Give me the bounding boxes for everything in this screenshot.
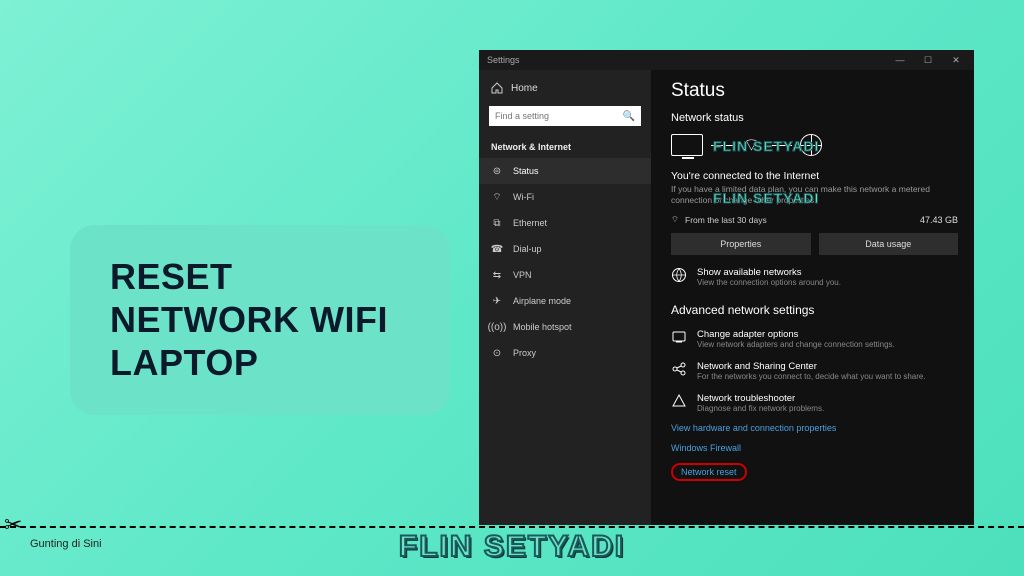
home-icon (491, 82, 503, 94)
properties-button[interactable]: Properties (671, 233, 811, 255)
usage-row: ⌔ From the last 30 days 47.43 GB (671, 214, 958, 225)
minimize-button[interactable]: — (886, 50, 914, 70)
sharing-sub: For the networks you connect to, decide … (697, 372, 926, 381)
sidebar: Home 🔍 Network & Internet ⊜ Status ⌔ Wi-… (479, 70, 651, 525)
hotspot-icon: ((o)) (491, 321, 503, 333)
adapter-icon (671, 329, 687, 345)
troubleshoot-sub: Diagnose and fix network problems. (697, 404, 824, 413)
adapter-title: Change adapter options (697, 329, 895, 340)
sidebar-item-vpn[interactable]: ⇆ VPN (479, 262, 651, 288)
close-button[interactable]: ✕ (942, 50, 970, 70)
headline-callout: RESET NETWORK WIFI LAPTOP (70, 225, 450, 415)
network-status-heading: Network status (671, 112, 958, 124)
dialup-icon: ☎ (491, 243, 503, 255)
window-title: Settings (487, 55, 520, 65)
maximize-button[interactable]: ☐ (914, 50, 942, 70)
advanced-settings-heading: Advanced network settings (671, 303, 958, 317)
content-pane: Status Network status ⌔ FLIN SETYADI You… (651, 70, 974, 525)
sharing-center-row[interactable]: Network and Sharing Center For the netwo… (671, 361, 958, 381)
cut-label: Gunting di Sini (30, 538, 102, 550)
adapter-options-row[interactable]: Change adapter options View network adap… (671, 329, 958, 349)
scissors-icon: ✂ (4, 512, 22, 538)
troubleshoot-icon (671, 393, 687, 409)
troubleshoot-title: Network troubleshooter (697, 393, 824, 404)
sidebar-home-label: Home (511, 83, 538, 94)
laptop-icon (671, 134, 703, 156)
status-icon: ⊜ (491, 165, 503, 177)
headline-text: RESET NETWORK WIFI LAPTOP (110, 255, 410, 385)
proxy-icon: ⊙ (491, 347, 503, 359)
available-networks-icon (671, 267, 687, 283)
sidebar-section-header: Network & Internet (479, 136, 651, 158)
sidebar-item-proxy[interactable]: ⊙ Proxy (479, 340, 651, 366)
sidebar-item-hotspot[interactable]: ((o)) Mobile hotspot (479, 314, 651, 340)
airplane-icon: ✈ (491, 295, 503, 307)
sidebar-item-label: Mobile hotspot (513, 322, 572, 332)
sidebar-item-label: Wi-Fi (513, 192, 534, 202)
cut-line (0, 526, 1024, 528)
hardware-properties-link[interactable]: View hardware and connection properties (671, 423, 958, 433)
sidebar-item-label: VPN (513, 270, 532, 280)
sidebar-item-label: Dial-up (513, 244, 542, 254)
network-reset-link[interactable]: Network reset (671, 463, 747, 481)
sidebar-item-dialup[interactable]: ☎ Dial-up (479, 236, 651, 262)
page-title: Status (671, 80, 958, 102)
windows-firewall-link[interactable]: Windows Firewall (671, 443, 958, 453)
sidebar-item-label: Ethernet (513, 218, 547, 228)
connected-title: You're connected to the Internet (671, 170, 958, 182)
ethernet-icon: ⧉ (491, 217, 503, 229)
sidebar-item-label: Proxy (513, 348, 536, 358)
search-field[interactable] (495, 111, 623, 121)
wifi-icon: ⌔ (491, 191, 503, 203)
watermark-overlay: FLIN SETYADI (713, 190, 819, 206)
window-controls: — ☐ ✕ (886, 50, 970, 70)
adapter-sub: View network adapters and change connect… (697, 340, 895, 349)
show-networks-row[interactable]: Show available networks View the connect… (671, 267, 958, 287)
titlebar: Settings — ☐ ✕ (479, 50, 974, 70)
show-networks-title: Show available networks (697, 267, 841, 278)
sidebar-item-wifi[interactable]: ⌔ Wi-Fi (479, 184, 651, 210)
search-icon: 🔍 (623, 111, 635, 122)
sidebar-item-status[interactable]: ⊜ Status (479, 158, 651, 184)
sidebar-item-label: Airplane mode (513, 296, 571, 306)
settings-window: Settings — ☐ ✕ Home 🔍 Network & Internet… (479, 50, 974, 525)
sidebar-item-ethernet[interactable]: ⧉ Ethernet (479, 210, 651, 236)
search-input[interactable]: 🔍 (489, 106, 641, 126)
watermark-overlay: FLIN SETYADI (713, 138, 819, 154)
sidebar-item-label: Status (513, 166, 539, 176)
bottom-watermark: FLIN SETYADI (399, 530, 625, 564)
wifi-small-icon: ⌔ (671, 214, 679, 225)
sidebar-item-airplane[interactable]: ✈ Airplane mode (479, 288, 651, 314)
data-usage-button[interactable]: Data usage (819, 233, 959, 255)
sidebar-home[interactable]: Home (479, 76, 651, 100)
sharing-icon (671, 361, 687, 377)
troubleshooter-row[interactable]: Network troubleshooter Diagnose and fix … (671, 393, 958, 413)
sharing-title: Network and Sharing Center (697, 361, 926, 372)
usage-value: 47.43 GB (920, 215, 958, 225)
usage-label: From the last 30 days (685, 215, 767, 225)
show-networks-sub: View the connection options around you. (697, 278, 841, 287)
vpn-icon: ⇆ (491, 269, 503, 281)
